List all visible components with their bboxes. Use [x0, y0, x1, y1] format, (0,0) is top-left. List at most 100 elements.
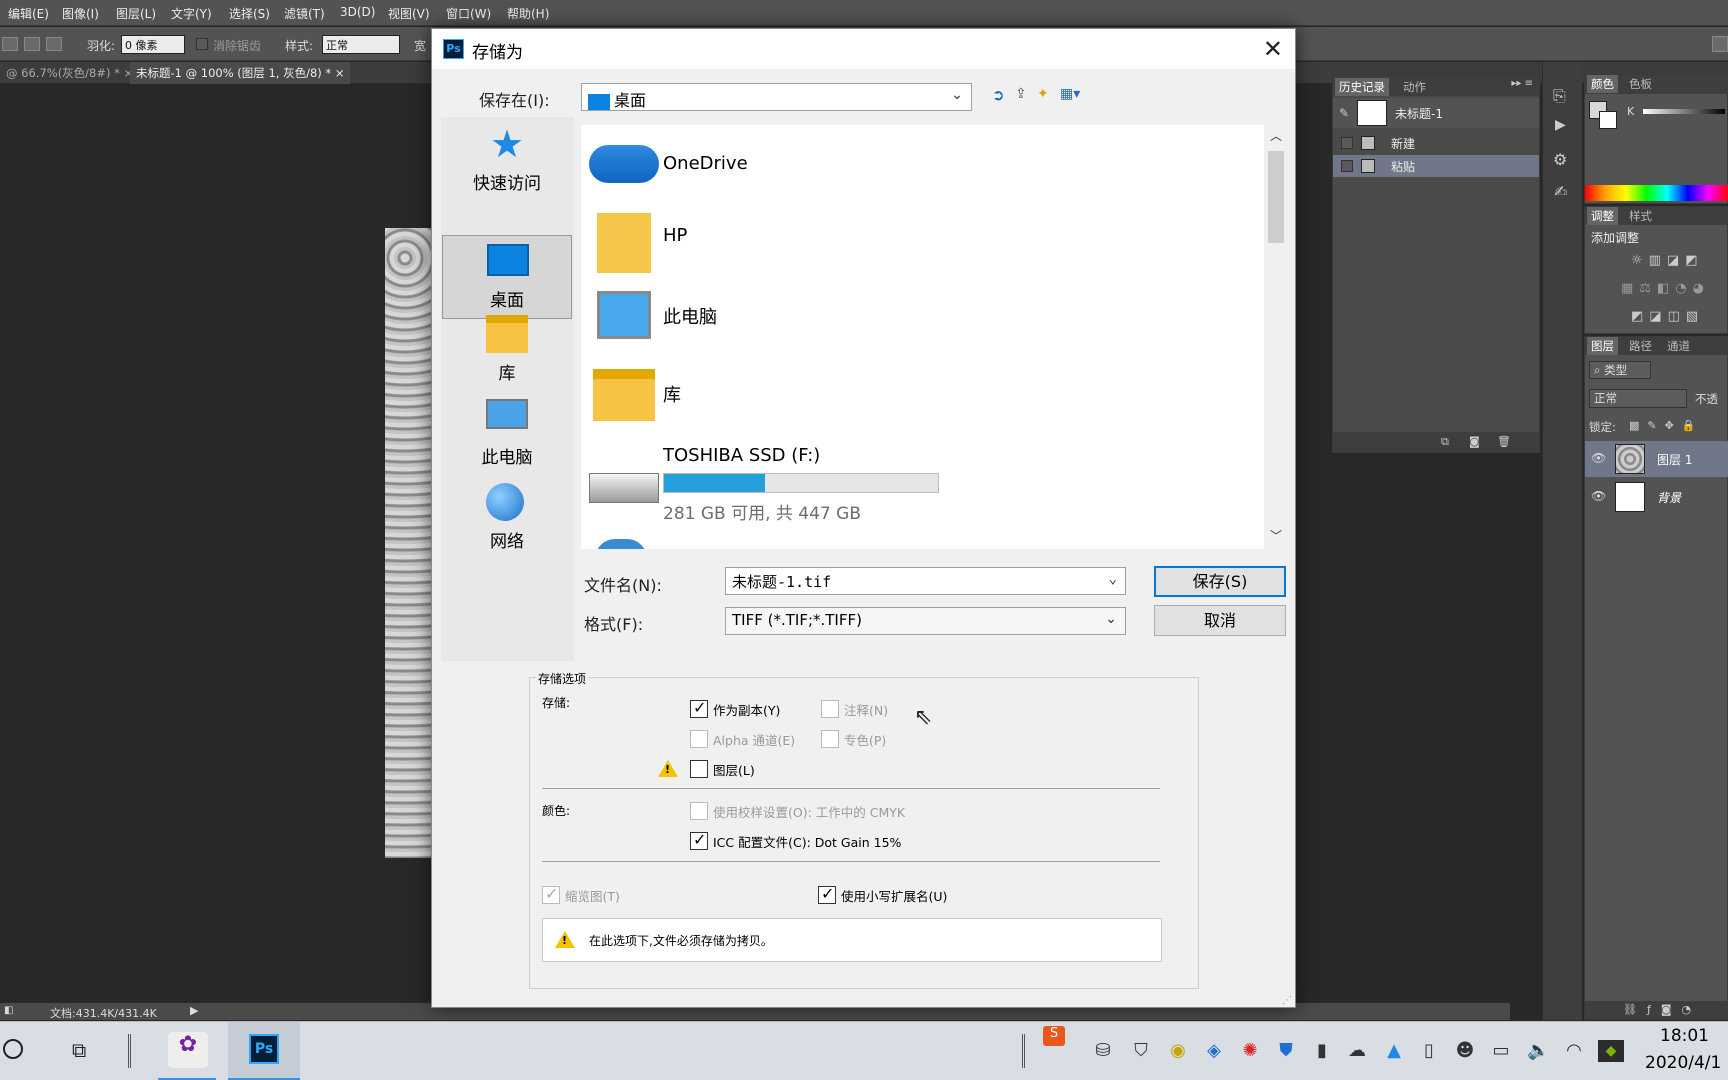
tab-color[interactable]: 颜色: [1587, 75, 1618, 93]
menu-select[interactable]: 选择(S): [229, 5, 270, 22]
icc-checkbox[interactable]: ✓: [690, 830, 708, 850]
input-method-icon[interactable]: S: [1043, 1026, 1065, 1046]
history-snapshot[interactable]: ✎ 未标题-1: [1333, 98, 1539, 128]
wifi-icon[interactable]: ◠: [1563, 1040, 1585, 1062]
task-view-icon[interactable]: ⧉: [72, 1038, 86, 1062]
new-document-icon[interactable]: ⧉: [1441, 435, 1449, 449]
adjustment-icons-row-3[interactable]: ◩◪◫▧: [1631, 309, 1704, 324]
list-item[interactable]: 此电脑: [581, 281, 1241, 359]
removable-drive-icon[interactable]: ▯: [1418, 1040, 1440, 1062]
background-swatch[interactable]: [1599, 111, 1617, 129]
lock-icons[interactable]: ▩✎✥🔒: [1629, 419, 1704, 432]
layer-row[interactable]: 👁 背景: [1585, 479, 1728, 515]
list-item[interactable]: HP: [581, 203, 1241, 281]
search-icon[interactable]: [3, 1039, 23, 1059]
alpha-checkbox[interactable]: [690, 730, 708, 748]
up-folder-icon[interactable]: ⇪: [1015, 86, 1027, 102]
nvidia-icon[interactable]: ◆: [1598, 1040, 1624, 1062]
as-copy-checkbox[interactable]: ✓: [690, 698, 708, 718]
scroll-up-icon[interactable]: ︿: [1270, 127, 1282, 144]
dialog-title-bar[interactable]: Ps 存储为 ✕: [432, 29, 1295, 69]
filename-input[interactable]: 未标题-1.tif ⌄: [725, 567, 1126, 595]
battery-icon[interactable]: ▭: [1490, 1040, 1512, 1062]
brush-preset-icon[interactable]: ✍: [1554, 182, 1567, 201]
place-library[interactable]: 库: [442, 307, 572, 391]
menu-help[interactable]: 帮助(H): [507, 5, 549, 22]
volume-icon[interactable]: 🔈: [1527, 1040, 1549, 1062]
file-list-scrollbar[interactable]: ︿ ﹀: [1264, 125, 1288, 549]
scroll-down-icon[interactable]: ﹀: [1270, 527, 1282, 544]
adobe-icon[interactable]: ▲: [1383, 1040, 1405, 1062]
workspace-icon[interactable]: [1712, 36, 1728, 52]
history-checkbox[interactable]: [1341, 160, 1353, 172]
menu-window[interactable]: 窗口(W): [446, 5, 491, 22]
place-this-pc[interactable]: 此电脑: [442, 391, 572, 475]
antialias-checkbox[interactable]: [196, 38, 208, 50]
camera-icon[interactable]: ◙: [1469, 435, 1480, 448]
dropbox-icon[interactable]: ◈: [1203, 1040, 1225, 1062]
list-item[interactable]: 库: [581, 359, 1241, 437]
trash-icon[interactable]: 🗑: [1497, 435, 1511, 448]
doc-tab-2[interactable]: 未标题-1 @ 100% (图层 1, 灰色/8) * ×: [130, 62, 351, 84]
disc-icon[interactable]: ◉: [1167, 1040, 1189, 1062]
tab-styles[interactable]: 样式: [1625, 207, 1656, 225]
shield-icon[interactable]: ⛉: [1130, 1040, 1152, 1062]
history-item-selected[interactable]: 粘贴: [1333, 155, 1539, 177]
play-icon[interactable]: ▶: [1555, 117, 1566, 133]
scroll-thumb[interactable]: [1268, 151, 1284, 243]
layer-footer-icons[interactable]: ⛓ƒ◙◔: [1623, 1003, 1701, 1016]
style-select[interactable]: 正常: [322, 35, 400, 54]
close-icon[interactable]: ✕: [1263, 35, 1283, 63]
menu-layer[interactable]: 图层(L): [116, 5, 156, 22]
list-item[interactable]: OneDrive: [581, 125, 1241, 203]
menu-3d[interactable]: 3D(D): [340, 5, 375, 19]
layers-checkbox[interactable]: [690, 760, 708, 778]
app-icon[interactable]: ✿: [168, 1032, 208, 1068]
history-item[interactable]: 新建: [1333, 132, 1539, 154]
new-folder-icon[interactable]: ✦: [1037, 86, 1049, 102]
tab-channels[interactable]: 通道: [1663, 337, 1694, 355]
place-network[interactable]: 网络: [442, 475, 572, 559]
cancel-button[interactable]: 取消: [1154, 605, 1286, 636]
menu-view[interactable]: 视图(V): [388, 5, 430, 22]
back-icon[interactable]: ➲: [992, 86, 1005, 104]
clock-date[interactable]: 2020/4/1: [1645, 1053, 1721, 1073]
eye-icon[interactable]: 👁: [1591, 489, 1606, 503]
notes-checkbox[interactable]: [821, 700, 839, 718]
adjustment-icons-row-1[interactable]: ☼▥◪◩: [1631, 253, 1704, 268]
menu-image[interactable]: 图像(I): [62, 5, 99, 22]
list-item[interactable]: TOSHIBA SSD (F:) 281 GB 可用, 共 447 GB: [581, 437, 1241, 533]
menu-edit[interactable]: 编辑(E): [8, 5, 49, 22]
feather-input[interactable]: 0 像素: [121, 35, 185, 54]
properties-icon[interactable]: ⚙: [1553, 150, 1567, 169]
microphone-icon[interactable]: ▮: [1311, 1040, 1333, 1062]
cloud-icon[interactable]: ☁: [1346, 1040, 1368, 1062]
photoshop-taskbar-button[interactable]: Ps: [228, 1022, 300, 1080]
menu-filter[interactable]: 滤镜(T): [284, 5, 325, 22]
lowercase-ext-checkbox[interactable]: ✓: [818, 884, 836, 904]
tab-paths[interactable]: 路径: [1625, 337, 1656, 355]
history-checkbox[interactable]: [1341, 137, 1353, 149]
document-image[interactable]: [385, 228, 433, 858]
panel-menu-icon[interactable]: ▸▸ ≡: [1511, 78, 1533, 89]
blend-mode-select[interactable]: 正常: [1589, 389, 1687, 408]
add-selection-icon[interactable]: [24, 37, 40, 51]
doc-tab-1[interactable]: @ 66.7%(灰色/8#) * ×: [0, 62, 139, 84]
color-spectrum[interactable]: [1585, 185, 1728, 201]
usb-icon[interactable]: ⛁: [1092, 1040, 1114, 1062]
save-button[interactable]: 保存(S): [1154, 566, 1286, 597]
subtract-selection-icon[interactable]: [46, 37, 62, 51]
place-quick-access[interactable]: ★ 快速访问: [442, 117, 572, 201]
save-in-select[interactable]: 桌面 ⌄: [581, 83, 972, 111]
tab-swatches[interactable]: 色板: [1625, 75, 1656, 93]
selection-mode-icon[interactable]: [2, 37, 18, 51]
qq-icon[interactable]: ☻: [1454, 1040, 1476, 1062]
adjustment-icons-row-2[interactable]: ▦⚖◧◔◕: [1621, 281, 1710, 296]
spot-checkbox[interactable]: [821, 730, 839, 748]
tab-history[interactable]: 历史记录: [1335, 78, 1389, 96]
sync-icon[interactable]: ✺: [1239, 1040, 1261, 1062]
tab-layers[interactable]: 图层: [1587, 337, 1618, 355]
eye-icon[interactable]: 👁: [1591, 451, 1606, 465]
k-slider[interactable]: [1643, 109, 1725, 114]
view-menu-icon[interactable]: ▦▾: [1060, 86, 1080, 102]
